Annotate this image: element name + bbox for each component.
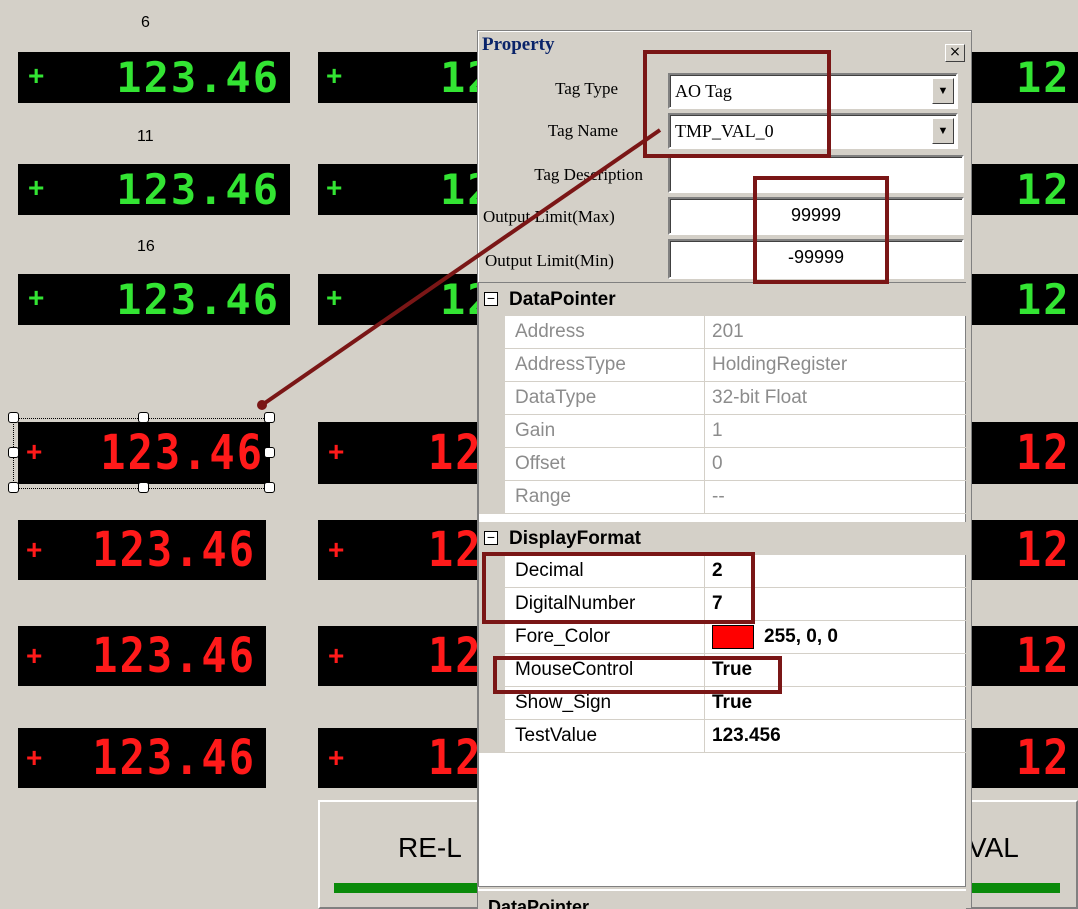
connector-line xyxy=(257,128,662,410)
hmi-canvas: 6 11 16 + 123.46 + 123.46 + 123.46 + 12 … xyxy=(0,0,1078,909)
